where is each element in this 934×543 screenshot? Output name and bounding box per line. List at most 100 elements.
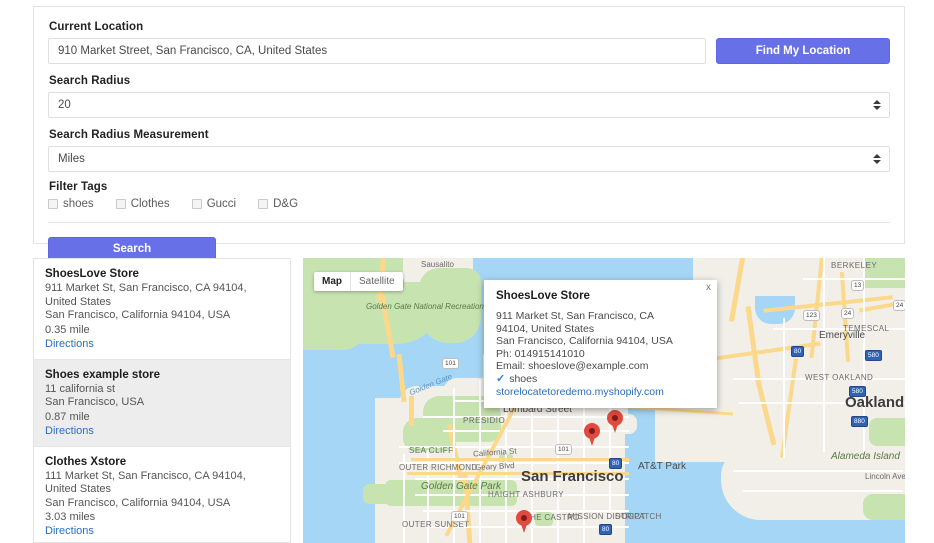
filter-tag-gucci[interactable]: Gucci bbox=[192, 198, 236, 210]
current-location-input[interactable]: 910 Market Street, San Francisco, CA, Un… bbox=[48, 38, 706, 64]
store-address-line: 11 california st bbox=[45, 383, 279, 397]
map-label-sea-cliff: SEA CLIFF bbox=[409, 446, 454, 455]
store-distance: 0.35 mile bbox=[45, 323, 279, 337]
info-window-website-link[interactable]: storelocatetoredemo.myshopify.com bbox=[496, 386, 705, 399]
map-info-window: x ShoesLove Store 911 Market St, San Fra… bbox=[484, 280, 717, 408]
store-address-line: San Francisco, USA bbox=[45, 396, 279, 410]
map-type-control[interactable]: Map Satellite bbox=[314, 272, 403, 291]
store-address-line: San Francisco, California 94104, USA bbox=[45, 309, 279, 323]
directions-link[interactable]: Directions bbox=[45, 524, 279, 538]
current-location-row: 910 Market Street, San Francisco, CA, Un… bbox=[48, 38, 890, 64]
check-icon: ✓ bbox=[496, 373, 505, 386]
store-name: Shoes example store bbox=[45, 369, 279, 381]
info-window-email: Email: shoeslove@example.com bbox=[496, 360, 705, 373]
highway-shield-24: 24 bbox=[893, 300, 905, 311]
map-marker[interactable] bbox=[607, 410, 623, 433]
info-window-tag-label: shoes bbox=[509, 373, 537, 386]
checkbox-icon[interactable] bbox=[192, 199, 202, 209]
info-window-address-line: San Francisco, California 94104, USA bbox=[496, 335, 705, 348]
highway-shield-101: 101 bbox=[451, 511, 468, 522]
list-item[interactable]: Shoes example store 11 california st San… bbox=[34, 360, 290, 447]
spacer bbox=[48, 64, 890, 75]
store-address-line: United States bbox=[45, 296, 279, 310]
filter-tag-shoes[interactable]: shoes bbox=[48, 198, 94, 210]
spacer bbox=[48, 118, 890, 129]
search-radius-measurement-value: Miles bbox=[58, 153, 85, 165]
filter-tags-label: Filter Tags bbox=[49, 181, 890, 193]
highway-shield-101: 101 bbox=[555, 444, 572, 455]
highway-shield-80: 80 bbox=[791, 346, 804, 357]
highway-shield-580: 580 bbox=[865, 350, 882, 361]
store-address-line: 111 Market St, San Francisco, CA 94104, bbox=[45, 470, 279, 484]
current-location-label: Current Location bbox=[49, 21, 890, 33]
search-form-panel: Current Location 910 Market Street, San … bbox=[33, 6, 905, 244]
store-address-line: San Francisco, California 94104, USA bbox=[45, 497, 279, 511]
stepper-arrows-icon[interactable] bbox=[872, 98, 881, 112]
results-list-panel[interactable]: ShoesLove Store 911 Market St, San Franc… bbox=[33, 258, 291, 543]
info-window-phone: Ph: 014915141010 bbox=[496, 348, 705, 361]
map-label-ggnra: Golden Gate National Recreation Area bbox=[366, 302, 430, 311]
highway-shield-580: 580 bbox=[849, 386, 866, 397]
info-window-address-line: 911 Market St, San Francisco, CA bbox=[496, 310, 705, 323]
search-radius-measurement-select[interactable]: Miles bbox=[48, 146, 890, 172]
store-name: ShoesLove Store bbox=[45, 268, 279, 280]
map-label-outer-richmond: OUTER RICHMOND bbox=[399, 464, 439, 472]
find-my-location-button[interactable]: Find My Location bbox=[716, 38, 890, 64]
filter-tags-row: shoes Clothes Gucci D&G bbox=[48, 198, 890, 210]
form-divider bbox=[48, 222, 890, 223]
store-address-line: United States bbox=[45, 483, 279, 497]
map-label-temescal: TEMESCAL bbox=[843, 324, 889, 333]
checkbox-icon[interactable] bbox=[48, 199, 58, 209]
filter-tag-clothes[interactable]: Clothes bbox=[116, 198, 170, 210]
map-label-berkeley: BERKELEY bbox=[831, 261, 877, 270]
list-item[interactable]: Clothes Xstore 111 Market St, San Franci… bbox=[34, 447, 290, 543]
map-label-haight-ashbury: HAIGHT ASHBURY bbox=[488, 490, 564, 499]
info-window-tag: ✓ shoes bbox=[496, 373, 705, 386]
store-address-line: 911 Market St, San Francisco, CA 94104, bbox=[45, 282, 279, 296]
directions-link[interactable]: Directions bbox=[45, 337, 279, 351]
info-window-title: ShoesLove Store bbox=[496, 290, 705, 302]
map-panel[interactable]: Sausalito Golden Gate National Recreatio… bbox=[303, 258, 905, 543]
map-canvas[interactable]: Sausalito Golden Gate National Recreatio… bbox=[303, 258, 905, 543]
highway-shield-101: 101 bbox=[442, 358, 459, 369]
filter-tag-label: Gucci bbox=[207, 198, 236, 210]
directions-link[interactable]: Directions bbox=[45, 424, 279, 438]
highway-shield-123: 123 bbox=[803, 310, 820, 321]
map-label-west-oakland: WEST OAKLAND bbox=[805, 373, 873, 382]
map-label-sausalito: Sausalito bbox=[421, 260, 454, 269]
map-label-golden-gate-park: Golden Gate Park bbox=[421, 482, 471, 492]
checkbox-icon[interactable] bbox=[258, 199, 268, 209]
highway-shield-80: 80 bbox=[609, 458, 622, 469]
search-radius-measurement-label: Search Radius Measurement bbox=[49, 129, 890, 141]
highway-shield-13: 13 bbox=[851, 280, 864, 291]
search-radius-label: Search Radius bbox=[49, 75, 890, 87]
search-radius-select[interactable]: 20 bbox=[48, 92, 890, 118]
list-item[interactable]: ShoesLove Store 911 Market St, San Franc… bbox=[34, 259, 290, 360]
search-radius-value: 20 bbox=[58, 99, 71, 111]
close-icon[interactable]: x bbox=[706, 283, 711, 293]
filter-tag-label: Clothes bbox=[131, 198, 170, 210]
map-marker[interactable] bbox=[516, 510, 532, 533]
chevron-down-icon[interactable] bbox=[872, 152, 881, 166]
map-label-alameda-island: Alameda Island bbox=[831, 452, 867, 462]
highway-shield-80: 80 bbox=[599, 524, 612, 535]
map-label-dogpatch: DOGPATCH bbox=[615, 512, 662, 521]
map-label-mission-district: MISSION DISTRICT bbox=[568, 513, 602, 521]
map-label-san-francisco: San Francisco bbox=[521, 468, 624, 485]
filter-tag-dg[interactable]: D&G bbox=[258, 198, 298, 210]
store-distance: 3.03 miles bbox=[45, 510, 279, 524]
map-type-map[interactable]: Map bbox=[314, 272, 350, 291]
map-label-presidio: PRESIDIO bbox=[463, 416, 505, 425]
map-label-lincoln-ave: Lincoln Ave bbox=[865, 472, 905, 481]
store-locator-page: Current Location 910 Market Street, San … bbox=[0, 0, 934, 543]
map-type-satellite[interactable]: Satellite bbox=[350, 272, 403, 291]
filter-tag-label: D&G bbox=[273, 198, 298, 210]
highway-shield-880: 880 bbox=[851, 416, 868, 427]
checkbox-icon[interactable] bbox=[116, 199, 126, 209]
map-marker[interactable] bbox=[584, 423, 600, 446]
store-name: Clothes Xstore bbox=[45, 456, 279, 468]
map-label-att-park: AT&T Park bbox=[638, 461, 686, 472]
store-distance: 0.87 mile bbox=[45, 410, 279, 424]
filter-tag-label: shoes bbox=[63, 198, 94, 210]
highway-shield-24: 24 bbox=[841, 308, 854, 319]
